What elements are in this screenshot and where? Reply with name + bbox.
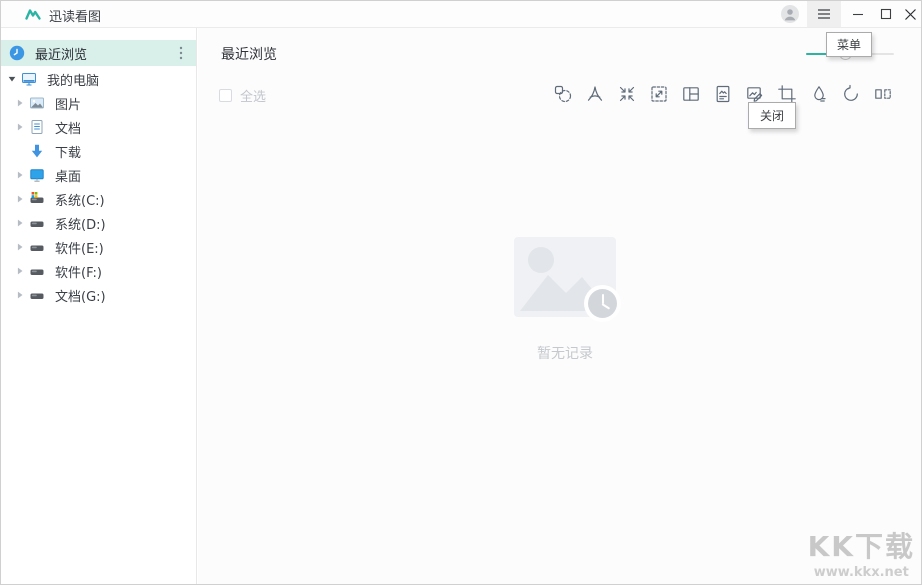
collage-icon[interactable] [681, 84, 701, 104]
rotate-icon[interactable] [841, 84, 861, 104]
pictures-icon [29, 95, 45, 111]
resize-icon[interactable] [649, 84, 669, 104]
caret-spacer [15, 146, 25, 156]
sidebar-item-label: 系统(D:) [55, 214, 106, 233]
history-clock-icon [584, 285, 621, 322]
sidebar-item-drive-g[interactable]: 文档(G:) [1, 283, 196, 307]
app-title: 迅读看图 [49, 6, 101, 25]
close-button[interactable] [899, 1, 922, 27]
format-convert-icon[interactable] [553, 84, 573, 104]
clock-face [588, 289, 617, 318]
sidebar-item-label: 下载 [55, 142, 81, 161]
select-all-control[interactable]: 全选 [219, 86, 266, 105]
chevron-right-icon[interactable] [15, 266, 25, 276]
select-all-checkbox[interactable] [219, 89, 232, 102]
computer-icon [21, 71, 37, 87]
toolbar [553, 84, 893, 104]
site-watermark: KK下载 www.kkx.net [808, 525, 915, 580]
close-icon [904, 8, 917, 21]
sidebar-item-downloads[interactable]: 下载 [1, 139, 196, 163]
chevron-right-icon[interactable] [15, 98, 25, 108]
app-logo-icon [24, 5, 42, 23]
chevron-down-icon[interactable] [7, 74, 17, 84]
main-content: 最近浏览 菜单 全选 [198, 28, 921, 584]
user-avatar-icon [780, 4, 800, 24]
desktop-icon [29, 167, 45, 183]
user-account-button[interactable] [777, 1, 803, 27]
watermark-icon[interactable] [809, 84, 829, 104]
sidebar-item-label: 软件(F:) [55, 262, 102, 281]
system-drive-icon [29, 191, 45, 207]
sidebar-item-label: 文档(G:) [55, 286, 106, 305]
drive-icon [29, 239, 45, 255]
minimize-button[interactable] [845, 1, 871, 27]
chevron-right-icon[interactable] [15, 194, 25, 204]
title-bar: 迅读看图 [1, 1, 921, 28]
crop-icon[interactable] [777, 84, 797, 104]
drive-icon [29, 287, 45, 303]
id-photo-icon[interactable] [713, 84, 733, 104]
chevron-right-icon[interactable] [15, 218, 25, 228]
sidebar-item-label: 图片 [55, 94, 81, 113]
watermark-line1: KK下载 [808, 525, 915, 565]
sidebar-item-drive-d[interactable]: 系统(D:) [1, 211, 196, 235]
watermark-line2: www.kkx.net [808, 565, 915, 580]
drive-icon [29, 215, 45, 231]
menu-tooltip: 菜单 [826, 32, 872, 57]
compress-icon[interactable] [617, 84, 637, 104]
drive-icon [29, 263, 45, 279]
sidebar-item-recent[interactable]: 最近浏览 [1, 40, 196, 66]
sidebar-item-label: 桌面 [55, 166, 81, 185]
maximize-icon [880, 8, 892, 20]
sidebar-item-label: 我的电脑 [47, 70, 99, 89]
menu-tooltip-text: 菜单 [837, 36, 861, 53]
chevron-right-icon[interactable] [15, 122, 25, 132]
empty-state-text: 暂无记录 [537, 343, 593, 363]
sidebar-item-my-computer[interactable]: 我的电脑 [1, 67, 196, 91]
chevron-right-icon[interactable] [15, 290, 25, 300]
chevron-right-icon[interactable] [15, 170, 25, 180]
sidebar-item-documents[interactable]: 文档 [1, 115, 196, 139]
sidebar: 最近浏览 我的电脑 图片 [1, 28, 197, 584]
download-icon [29, 143, 45, 159]
hamburger-icon [817, 8, 831, 20]
clock-hour-hand [601, 303, 609, 309]
sidebar-item-label: 软件(E:) [55, 238, 104, 257]
maximize-button[interactable] [873, 1, 899, 27]
chevron-right-icon[interactable] [15, 242, 25, 252]
menu-button[interactable] [807, 1, 841, 27]
sidebar-item-label: 系统(C:) [55, 190, 105, 209]
empty-state: 暂无记录 [514, 237, 616, 317]
edit-image-icon[interactable] [745, 84, 765, 104]
sidebar-item-pictures[interactable]: 图片 [1, 91, 196, 115]
select-all-label: 全选 [240, 86, 266, 105]
app-window: 迅读看图 [0, 0, 922, 585]
sidebar-item-label: 最近浏览 [35, 44, 87, 63]
sidebar-item-drive-e[interactable]: 软件(E:) [1, 235, 196, 259]
close-tooltip: 关闭 [748, 102, 796, 129]
sidebar-item-drive-c[interactable]: 系统(C:) [1, 187, 196, 211]
pdf-convert-icon[interactable] [585, 84, 605, 104]
clock-icon [9, 45, 25, 61]
documents-icon [29, 119, 45, 135]
sidebar-item-desktop[interactable]: 桌面 [1, 163, 196, 187]
minimize-icon [852, 8, 864, 20]
sidebar-item-drive-f[interactable]: 软件(F:) [1, 259, 196, 283]
flip-icon[interactable] [873, 84, 893, 104]
close-tooltip-text: 关闭 [760, 107, 784, 124]
sidebar-item-label: 文档 [55, 118, 81, 137]
more-options-icon[interactable] [178, 45, 184, 61]
page-title: 最近浏览 [221, 44, 277, 64]
